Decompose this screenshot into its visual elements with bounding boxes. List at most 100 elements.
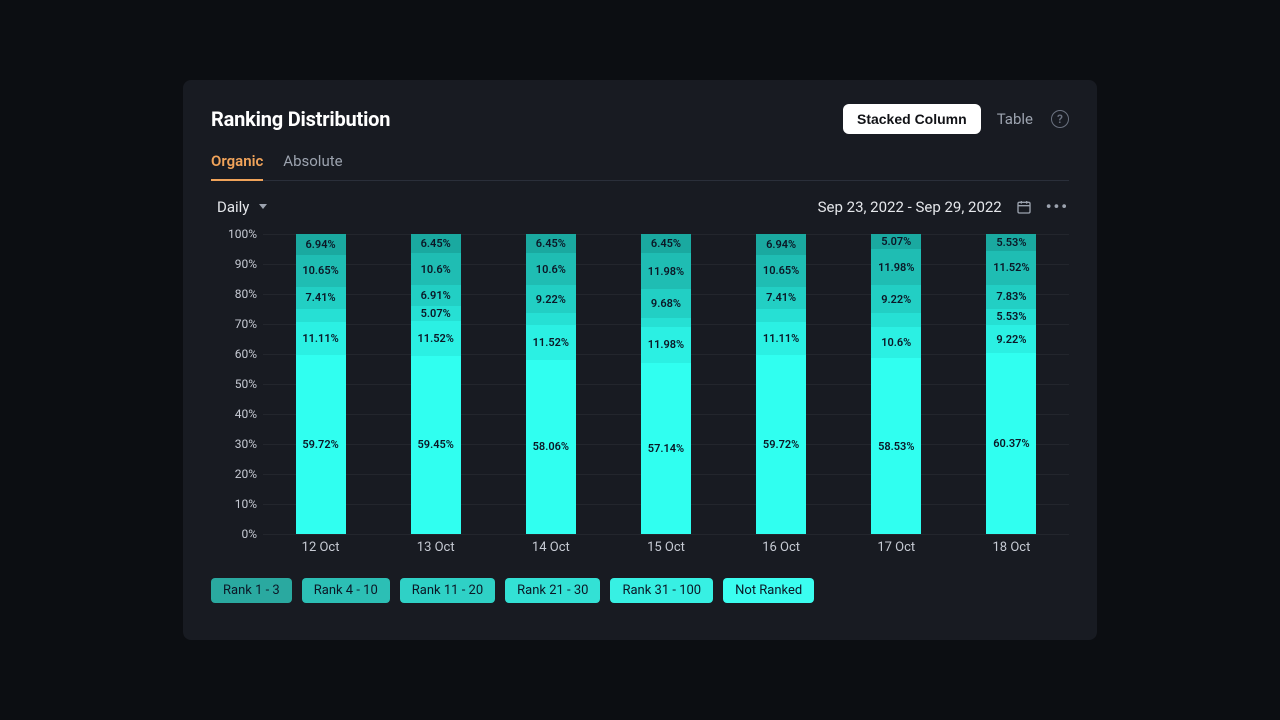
y-tick-label: 40% bbox=[213, 407, 257, 421]
x-tick-label: 17 Oct bbox=[839, 540, 954, 564]
bar-segment-label: 58.53% bbox=[878, 440, 914, 453]
bar-segment: 58.53% bbox=[871, 358, 921, 534]
bar-segment-label: 9.68% bbox=[651, 297, 681, 310]
bar-segment: 11.52% bbox=[986, 251, 1036, 286]
bar-segment-label: 6.45% bbox=[421, 237, 451, 250]
bar-segment-label: 10.65% bbox=[763, 264, 799, 277]
bar-segment: 9.68% bbox=[641, 289, 691, 318]
bar-segment-label: 9.22% bbox=[996, 333, 1026, 346]
card-header: Ranking Distribution Stacked Column Tabl… bbox=[211, 104, 1069, 134]
calendar-icon[interactable] bbox=[1016, 199, 1032, 215]
bar-segment-label: 11.11% bbox=[763, 332, 799, 345]
bar-segment: 5.53% bbox=[986, 309, 1036, 326]
bar-segment: 9.22% bbox=[526, 285, 576, 313]
legend-item[interactable]: Rank 1 - 3 bbox=[211, 578, 292, 603]
granularity-label: Daily bbox=[217, 198, 249, 216]
bar-segment: 59.72% bbox=[296, 355, 346, 534]
bar-segment-label: 6.45% bbox=[651, 237, 681, 250]
bar-segment: 11.11% bbox=[296, 322, 346, 355]
bar-slot: 59.72%11.11%7.41%10.65%6.94% bbox=[724, 234, 839, 534]
x-tick-label: 16 Oct bbox=[724, 540, 839, 564]
bar-segment: 11.52% bbox=[526, 325, 576, 360]
view-toggle: Stacked Column Table bbox=[843, 104, 1033, 134]
chart-controls: Daily Sep 23, 2022 - Sep 29, 2022 ••• bbox=[211, 197, 1069, 216]
x-tick-label: 18 Oct bbox=[954, 540, 1069, 564]
page-title: Ranking Distribution bbox=[211, 107, 390, 131]
bar-segment-label: 59.45% bbox=[418, 438, 454, 451]
bar-segment: 6.91% bbox=[411, 285, 461, 306]
tab-absolute[interactable]: Absolute bbox=[283, 148, 342, 180]
y-tick-label: 100% bbox=[213, 227, 257, 241]
bar-segment: 57.14% bbox=[641, 363, 691, 534]
bar-segment: 5.53% bbox=[986, 234, 1036, 251]
table-view-button[interactable]: Table bbox=[997, 110, 1033, 128]
bar-segment: 59.45% bbox=[411, 356, 461, 534]
bar-segment-label: 6.45% bbox=[536, 237, 566, 250]
stacked-bar[interactable]: 57.14%11.98%9.68%11.98%6.45% bbox=[641, 234, 691, 534]
x-tick-label: 12 Oct bbox=[263, 540, 378, 564]
stacked-bar[interactable]: 58.53% 10.6% 9.22% 11.98% 5.07% bbox=[871, 234, 921, 534]
bar-segment-label: 11.52% bbox=[993, 261, 1029, 274]
y-tick-label: 50% bbox=[213, 377, 257, 391]
legend-item[interactable]: Rank 21 - 30 bbox=[505, 578, 600, 603]
help-icon[interactable]: ? bbox=[1051, 110, 1069, 128]
bar-slot: 59.72%11.11%7.41%10.65%6.94% bbox=[263, 234, 378, 534]
stacked-column-button[interactable]: Stacked Column bbox=[843, 104, 981, 134]
bar-segment: 6.94% bbox=[756, 234, 806, 255]
y-tick-label: 70% bbox=[213, 317, 257, 331]
bar-segment-label: 5.53% bbox=[996, 310, 1026, 323]
legend-item[interactable]: Rank 4 - 10 bbox=[302, 578, 390, 603]
bar-segment-label: 10.65% bbox=[302, 264, 338, 277]
legend-item[interactable]: Not Ranked bbox=[723, 578, 814, 603]
tab-organic[interactable]: Organic bbox=[211, 148, 263, 180]
y-axis-labels: 0%10%20%30%40%50%60%70%80%90%100% bbox=[213, 234, 263, 534]
bar-segment: 11.52% bbox=[411, 321, 461, 356]
bar-segment bbox=[641, 318, 691, 326]
bar-slot: 58.06% 11.52% 9.22% 10.6% 6.45% bbox=[493, 234, 608, 534]
legend-item[interactable]: Rank 31 - 100 bbox=[610, 578, 713, 603]
bar-segment: 10.65% bbox=[296, 255, 346, 287]
gridline bbox=[263, 534, 1069, 535]
bar-segment-label: 7.83% bbox=[996, 290, 1026, 303]
ranking-distribution-card: Ranking Distribution Stacked Column Tabl… bbox=[183, 80, 1097, 640]
bar-segment: 10.6% bbox=[526, 253, 576, 285]
y-tick-label: 80% bbox=[213, 287, 257, 301]
bar-segment-label: 6.91% bbox=[421, 289, 451, 302]
bar-segment-label: 9.22% bbox=[536, 293, 566, 306]
bar-segment-label: 11.11% bbox=[302, 332, 338, 345]
bar-segment-label: 10.6% bbox=[536, 263, 566, 276]
bar-segment: 7.83% bbox=[986, 285, 1036, 308]
granularity-dropdown[interactable]: Daily bbox=[211, 198, 267, 216]
bar-slot: 58.53% 10.6% 9.22% 11.98% 5.07% bbox=[839, 234, 954, 534]
bar-segment bbox=[871, 313, 921, 327]
bar-segment: 58.06% bbox=[526, 360, 576, 534]
right-controls: Sep 23, 2022 - Sep 29, 2022 ••• bbox=[818, 197, 1069, 216]
bar-segment: 59.72% bbox=[756, 355, 806, 534]
y-tick-label: 0% bbox=[213, 527, 257, 541]
bar-segment-label: 11.98% bbox=[648, 265, 684, 278]
bar-segment-label: 10.6% bbox=[881, 336, 911, 349]
date-range-label: Sep 23, 2022 - Sep 29, 2022 bbox=[818, 198, 1002, 216]
more-icon[interactable]: ••• bbox=[1046, 197, 1069, 216]
stacked-bar[interactable]: 59.45%11.52%5.07%6.91%10.6%6.45% bbox=[411, 234, 461, 534]
legend: Rank 1 - 3 Rank 4 - 10 Rank 11 - 20 Rank 21… bbox=[211, 578, 1069, 603]
bar-segment-label: 6.94% bbox=[766, 238, 796, 251]
chevron-down-icon bbox=[259, 204, 267, 209]
legend-item[interactable]: Rank 11 - 20 bbox=[400, 578, 495, 603]
x-tick-label: 13 Oct bbox=[378, 540, 493, 564]
stacked-bar[interactable]: 59.72%11.11%7.41%10.65%6.94% bbox=[756, 234, 806, 534]
bar-segment: 11.98% bbox=[871, 249, 921, 285]
stacked-bar[interactable]: 58.06% 11.52% 9.22% 10.6% 6.45% bbox=[526, 234, 576, 534]
bar-slot: 60.37% 9.22% 5.53% 7.83% 11.52% 5.53% bbox=[954, 234, 1069, 534]
bar-segment: 9.22% bbox=[871, 285, 921, 313]
bar-slot: 57.14%11.98%9.68%11.98%6.45% bbox=[608, 234, 723, 534]
bar-segment bbox=[526, 313, 576, 325]
stacked-bar[interactable]: 59.72%11.11%7.41%10.65%6.94% bbox=[296, 234, 346, 534]
bar-segment bbox=[296, 309, 346, 322]
bar-segment-label: 11.98% bbox=[878, 261, 914, 274]
stacked-bar[interactable]: 60.37% 9.22% 5.53% 7.83% 11.52% 5.53% bbox=[986, 234, 1036, 534]
bar-segment-label: 58.06% bbox=[533, 440, 569, 453]
bar-segment: 5.07% bbox=[871, 234, 921, 249]
bar-segment-label: 60.37% bbox=[993, 437, 1029, 450]
x-tick-label: 15 Oct bbox=[608, 540, 723, 564]
